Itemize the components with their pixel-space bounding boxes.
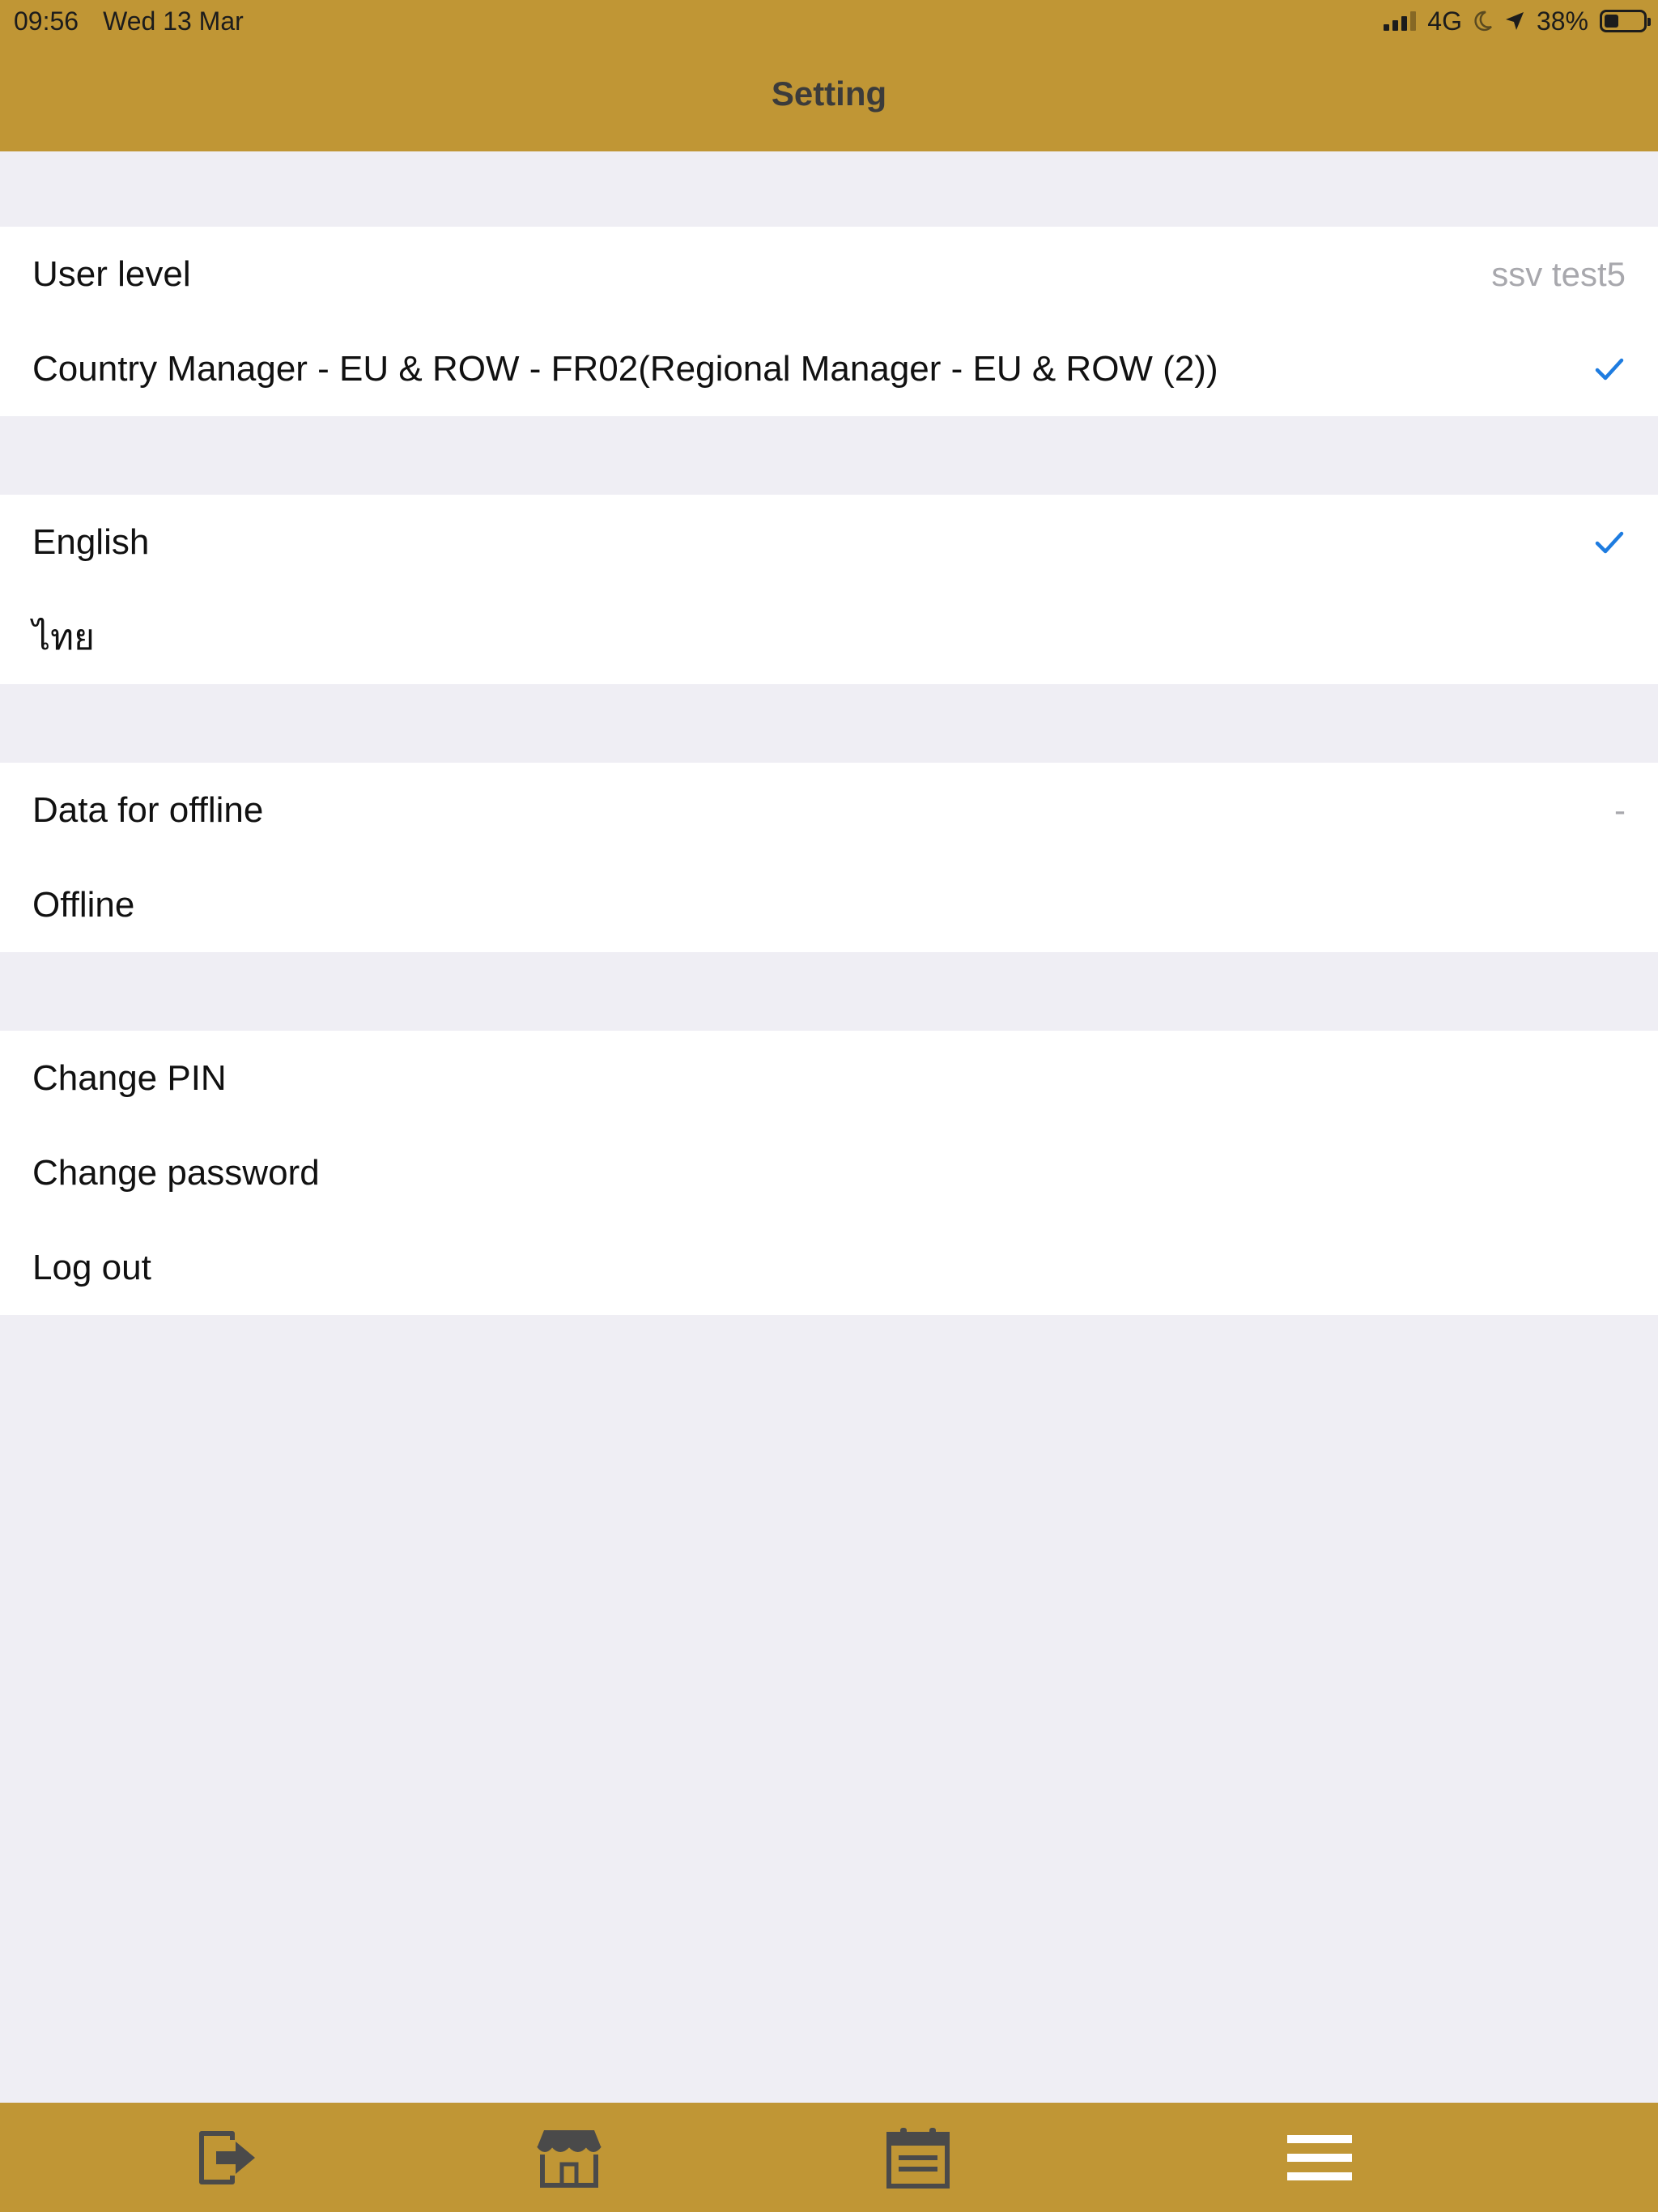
language-option-english[interactable]: English (0, 495, 1658, 589)
language-label: ไทย (32, 616, 95, 658)
battery-percentage: 38% (1536, 6, 1588, 36)
page-title: Setting (771, 74, 887, 113)
checkmark-icon (1593, 353, 1626, 385)
store-icon (537, 2129, 602, 2188)
tab-calendar[interactable] (869, 2103, 967, 2212)
log-out-label: Log out (32, 1247, 151, 1287)
checkmark-icon (1593, 526, 1626, 559)
user-level-label: User level (32, 253, 191, 294)
status-date: Wed 13 Mar (103, 6, 244, 36)
battery-icon (1600, 10, 1651, 32)
data-for-offline-value: - (1614, 790, 1626, 829)
language-option-thai[interactable]: ไทย (0, 589, 1658, 684)
navigation-bar: 09:56 Wed 13 Mar 4G 38% Setting (0, 0, 1658, 151)
offline-label: Offline (32, 884, 135, 925)
offline-row[interactable]: Offline (0, 857, 1658, 952)
user-level-row: User level ssv test5 (0, 227, 1658, 321)
tab-logout[interactable] (181, 2103, 278, 2212)
log-out-button[interactable]: Log out (0, 1220, 1658, 1315)
user-level-section: User level ssv test5 Country Manager - E… (0, 227, 1658, 416)
calendar-icon (886, 2127, 950, 2189)
selected-level-label: Country Manager - EU & ROW - FR02(Region… (32, 348, 1218, 389)
language-label: English (32, 521, 150, 562)
tab-bar (0, 2103, 1658, 2212)
selected-level-row[interactable]: Country Manager - EU & ROW - FR02(Region… (0, 321, 1658, 416)
signal-strength-icon (1384, 11, 1417, 31)
status-time: 09:56 (14, 6, 79, 36)
account-section: Change PIN Change password Log out (0, 1031, 1658, 1315)
data-for-offline-label: Data for offline (32, 789, 264, 830)
data-for-offline-row[interactable]: Data for offline - (0, 763, 1658, 857)
tab-menu[interactable] (1271, 2103, 1368, 2212)
moon-icon (1474, 11, 1492, 32)
status-bar-right: 4G 38% (1384, 5, 1651, 37)
tab-store[interactable] (521, 2103, 618, 2212)
location-arrow-icon (1505, 12, 1524, 30)
language-section: English ไทย (0, 495, 1658, 684)
change-password-button[interactable]: Change password (0, 1125, 1658, 1220)
status-bar-left: 09:56 Wed 13 Mar (14, 5, 244, 37)
offline-section: Data for offline - Offline (0, 763, 1658, 952)
network-type: 4G (1427, 6, 1462, 36)
user-level-value: ssv test5 (1491, 254, 1626, 293)
change-password-label: Change password (32, 1152, 320, 1193)
change-pin-button[interactable]: Change PIN (0, 1031, 1658, 1125)
logout-arrow-icon (199, 2130, 255, 2184)
change-pin-label: Change PIN (32, 1057, 227, 1098)
menu-icon (1287, 2134, 1352, 2180)
